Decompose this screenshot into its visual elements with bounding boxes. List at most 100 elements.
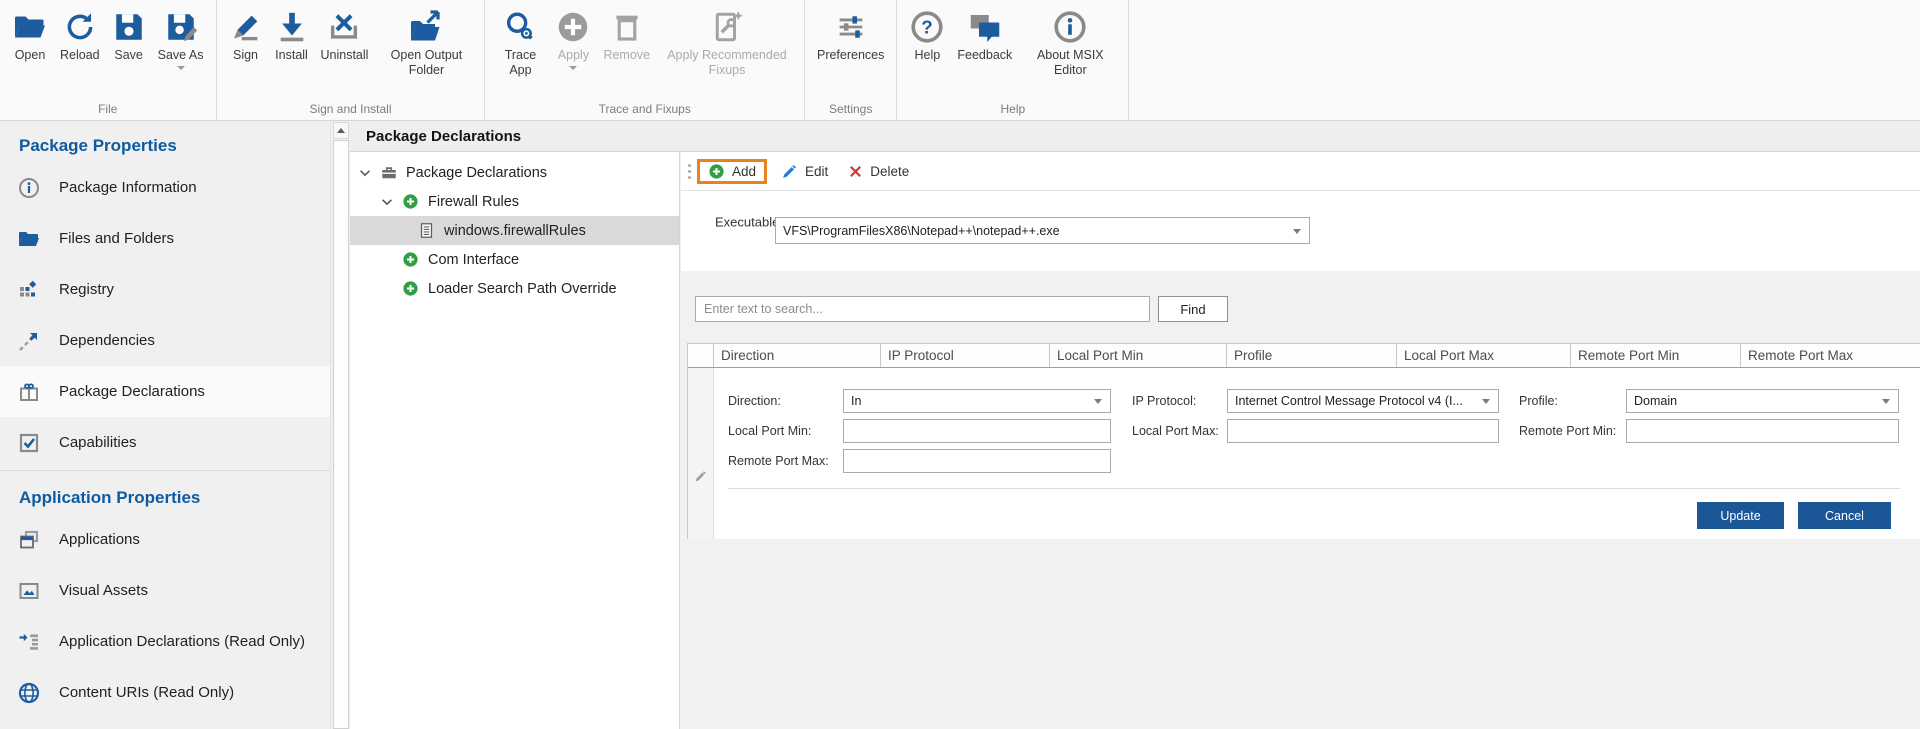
edit-label: Edit <box>805 164 828 179</box>
apply-icon <box>555 6 591 48</box>
column-header-ip-protocol[interactable]: IP Protocol <box>881 344 1050 367</box>
search-input[interactable] <box>695 296 1150 322</box>
sign-button[interactable]: Sign <box>224 4 268 65</box>
sidebar-item-registry[interactable]: Registry <box>0 264 330 315</box>
ribbon-group-label-file: File <box>4 101 212 120</box>
column-header-local-port-max[interactable]: Local Port Max <box>1397 344 1571 367</box>
remove-icon <box>610 6 644 48</box>
local-port-max-label: Local Port Max: <box>1132 419 1219 443</box>
sidebar-scrollbar[interactable] <box>330 121 350 729</box>
sidebar-item-visual-assets[interactable]: Visual Assets <box>0 565 330 616</box>
add-plus-icon <box>708 163 725 180</box>
folder-icon <box>17 227 41 251</box>
reload-icon <box>63 6 97 48</box>
sidebar-item-dependencies[interactable]: Dependencies <box>0 315 330 366</box>
feedback-button[interactable]: Feedback <box>952 4 1017 65</box>
sidebar-separator <box>0 470 330 471</box>
delete-button[interactable]: Delete <box>838 160 919 183</box>
update-button[interactable]: Update <box>1697 502 1784 529</box>
direction-value: In <box>851 394 861 408</box>
help-button[interactable]: ? Help <box>904 4 950 65</box>
install-icon <box>275 6 309 48</box>
remote-port-min-input[interactable] <box>1626 419 1899 443</box>
sidebar-item-content-uris[interactable]: Content URIs (Read Only) <box>0 667 330 718</box>
column-header-profile[interactable]: Profile <box>1227 344 1397 367</box>
column-header-local-port-min[interactable]: Local Port Min <box>1050 344 1227 367</box>
local-port-min-input[interactable] <box>843 419 1111 443</box>
ip-protocol-select[interactable]: Internet Control Message Protocol v4 (I.… <box>1227 389 1499 413</box>
apply-button: Apply <box>550 4 596 72</box>
preferences-button[interactable]: Preferences <box>812 4 889 65</box>
column-header-remote-port-max[interactable]: Remote Port Max <box>1741 344 1920 367</box>
edit-button[interactable]: Edit <box>771 159 838 184</box>
app-declarations-icon <box>17 630 41 654</box>
cancel-button[interactable]: Cancel <box>1798 502 1891 529</box>
profile-select[interactable]: Domain <box>1626 389 1899 413</box>
sidebar-item-files-and-folders[interactable]: Files and Folders <box>0 213 330 264</box>
column-header-remote-port-min[interactable]: Remote Port Min <box>1571 344 1741 367</box>
reload-button[interactable]: Reload <box>55 4 105 65</box>
sidebar-item-label: Dependencies <box>59 332 155 349</box>
registry-icon <box>17 278 41 302</box>
tree-item-label: windows.firewallRules <box>444 223 586 239</box>
firewall-rules-detail: Add Edit Delete Executable <box>681 152 1920 729</box>
uninstall-button[interactable]: Uninstall <box>316 4 374 65</box>
add-button[interactable]: Add <box>697 159 767 184</box>
feedback-icon <box>967 6 1003 48</box>
remote-port-max-input[interactable] <box>843 449 1111 473</box>
local-port-min-label: Local Port Min: <box>728 419 811 443</box>
apply-fixups-icon <box>709 6 745 48</box>
about-msix-editor-button[interactable]: About MSIX Editor <box>1019 4 1121 80</box>
sidebar-item-label: Files and Folders <box>59 230 174 247</box>
install-button[interactable]: Install <box>270 4 314 65</box>
direction-select[interactable]: In <box>843 389 1111 413</box>
plus-circle-icon <box>402 251 420 269</box>
save-as-button[interactable]: Save As <box>153 4 209 72</box>
remove-label: Remove <box>603 48 650 63</box>
executable-select[interactable]: VFS\ProgramFilesX86\Notepad++\notepad++.… <box>775 217 1310 244</box>
grid-header: Direction IP Protocol Local Port Min Pro… <box>688 344 1920 368</box>
chevron-down-icon[interactable] <box>358 166 372 180</box>
save-as-icon <box>164 6 198 48</box>
chevron-down-icon[interactable] <box>380 195 394 209</box>
find-button[interactable]: Find <box>1158 296 1228 322</box>
scrollbar-up-button[interactable] <box>333 122 349 139</box>
sidebar-item-capabilities[interactable]: Capabilities <box>0 417 330 468</box>
save-button[interactable]: Save <box>107 4 151 65</box>
ribbon: Open Reload Save <box>0 0 1920 121</box>
uninstall-icon <box>327 6 361 48</box>
local-port-max-input[interactable] <box>1227 419 1499 443</box>
remote-port-min-label: Remote Port Min: <box>1519 419 1616 443</box>
tree-item-windows-firewallrules[interactable]: windows.firewallRules <box>350 216 679 245</box>
ip-protocol-label: IP Protocol: <box>1132 389 1196 413</box>
ribbon-group-label-settings: Settings <box>809 101 892 120</box>
trace-app-icon <box>503 6 537 48</box>
capabilities-checkbox-icon <box>17 431 41 455</box>
save-icon <box>112 6 146 48</box>
rules-grid: Direction IP Protocol Local Port Min Pro… <box>687 343 1920 539</box>
toolbar-grip-icon[interactable] <box>688 164 691 179</box>
open-output-folder-button[interactable]: Open Output Folder <box>375 4 477 80</box>
direction-label: Direction: <box>728 389 781 413</box>
delete-label: Delete <box>870 164 909 179</box>
ribbon-group-label-help: Help <box>901 101 1124 120</box>
scrollbar-thumb[interactable] <box>333 140 349 729</box>
sidebar-item-package-information[interactable]: Package Information <box>0 162 330 213</box>
column-header-direction[interactable]: Direction <box>714 344 881 367</box>
sidebar-item-application-declarations[interactable]: Application Declarations (Read Only) <box>0 616 330 667</box>
sidebar-item-applications[interactable]: Applications <box>0 514 330 565</box>
open-label: Open <box>15 48 46 63</box>
page-title: Package Declarations <box>350 121 1920 152</box>
save-as-dropdown-caret[interactable] <box>177 66 185 70</box>
open-button[interactable]: Open <box>7 4 53 65</box>
tree-item-firewall-rules[interactable]: Firewall Rules <box>350 187 679 216</box>
sidebar-item-label: Application Declarations (Read Only) <box>59 633 305 650</box>
trace-app-button[interactable]: Trace App <box>492 4 548 80</box>
sidebar-item-package-declarations[interactable]: Package Declarations <box>0 366 330 417</box>
open-output-folder-label: Open Output Folder <box>380 48 472 78</box>
tree-item-package-declarations[interactable]: Package Declarations <box>350 158 679 187</box>
add-label: Add <box>732 164 756 179</box>
ribbon-group-sign-install: Sign Install Uninstall <box>217 0 486 120</box>
tree-item-loader-search-path-override[interactable]: Loader Search Path Override <box>350 274 679 303</box>
tree-item-com-interface[interactable]: Com Interface <box>350 245 679 274</box>
